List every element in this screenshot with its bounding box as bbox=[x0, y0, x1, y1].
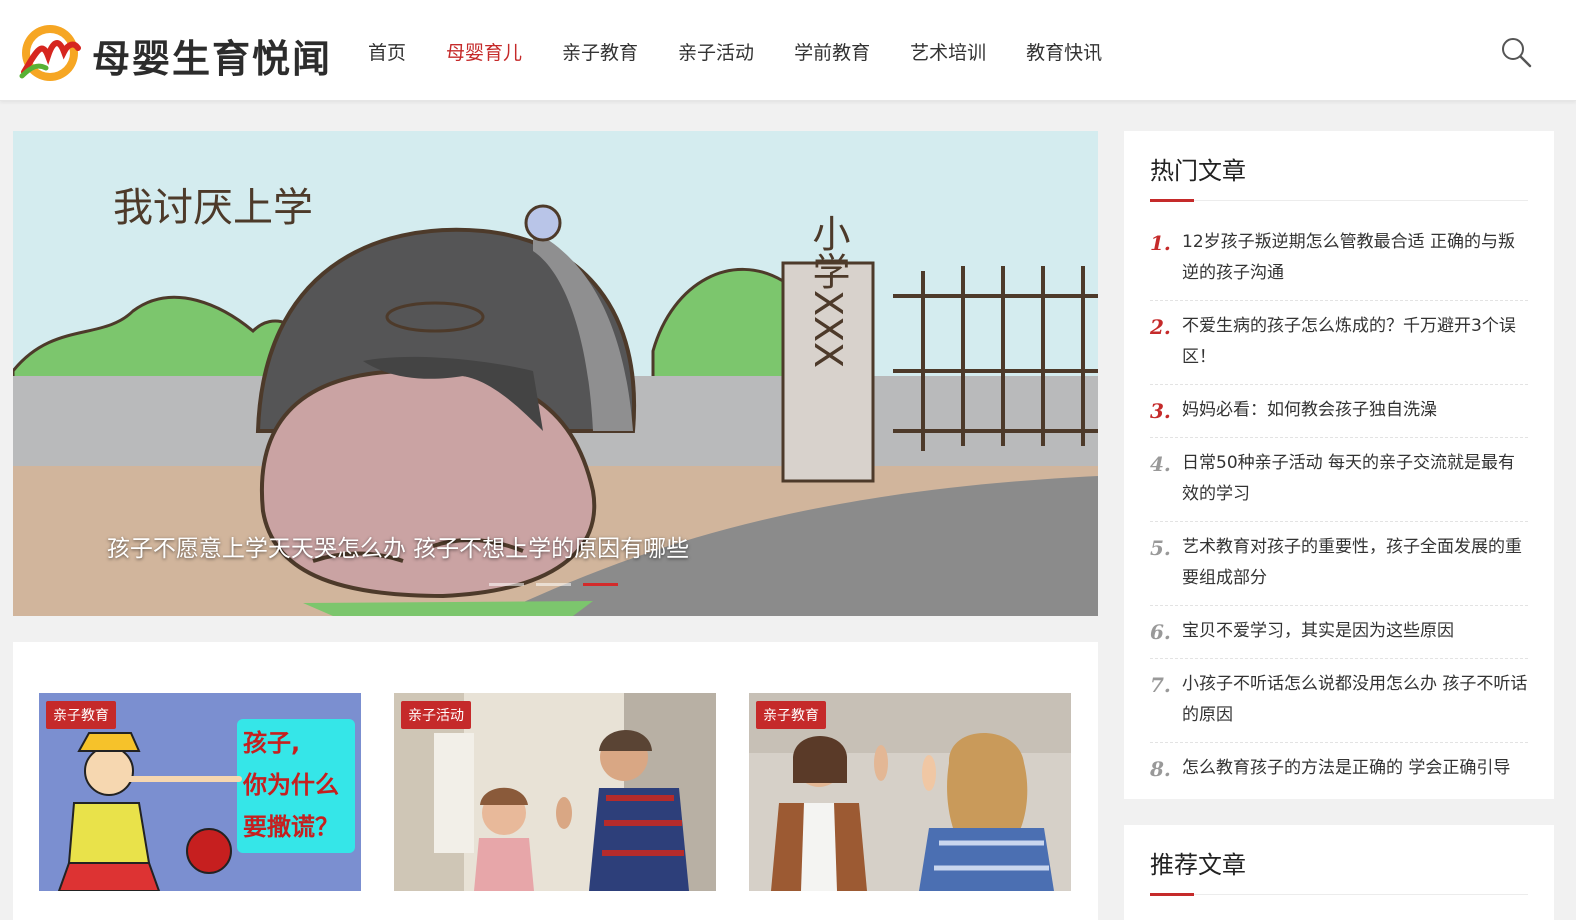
hot-article-item[interactable]: 4. 日常50种亲子活动 每天的亲子交流就是最有效的学习 bbox=[1150, 438, 1528, 522]
post-card[interactable]: 亲子教育 bbox=[749, 693, 1071, 891]
thumbnail-text-line-2: 你为什么 bbox=[242, 771, 339, 799]
article-link[interactable]: 不爱生病的孩子怎么炼成的？千万避开3个误区！ bbox=[1182, 311, 1528, 373]
hot-articles-list: 1. 12岁孩子叛逆期怎么管教最合适 正确的与叛逆的孩子沟通 2. 不爱生病的孩… bbox=[1150, 217, 1528, 795]
slider-dot-3[interactable] bbox=[583, 583, 618, 586]
hot-article-item[interactable]: 8. 怎么教育孩子的方法是正确的 学会正确引导 bbox=[1150, 743, 1528, 795]
post-card[interactable]: 孩子, 你为什么 要撒谎？ 亲子教育 bbox=[39, 693, 361, 891]
article-link[interactable]: 宝贝不爱学习，其实是因为这些原因 bbox=[1182, 616, 1454, 647]
rank-number: 6. bbox=[1150, 620, 1171, 644]
hot-article-item[interactable]: 6. 宝贝不爱学习，其实是因为这些原因 bbox=[1150, 606, 1528, 659]
category-tag[interactable]: 亲子教育 bbox=[756, 701, 826, 729]
post-grid: 孩子, 你为什么 要撒谎？ 亲子教育 亲子活动 亲子教育 bbox=[13, 642, 1098, 920]
nav-item-education-news[interactable]: 教育快讯 bbox=[1026, 38, 1102, 65]
hot-article-item[interactable]: 7. 小孩子不听话怎么说都没用怎么办 孩子不听话的原因 bbox=[1150, 659, 1528, 743]
nav-item-preschool[interactable]: 学前教育 bbox=[794, 38, 870, 65]
hot-article-item[interactable]: 3. 妈妈必看：如何教会孩子独自洗澡 bbox=[1150, 385, 1528, 438]
rank-number: 3. bbox=[1150, 399, 1171, 423]
slider-dots bbox=[489, 583, 618, 586]
article-link[interactable]: 12岁孩子叛逆期怎么管教最合适 正确的与叛逆的孩子沟通 bbox=[1182, 227, 1528, 289]
nav-item-art-training[interactable]: 艺术培训 bbox=[910, 38, 986, 65]
category-tag[interactable]: 亲子教育 bbox=[46, 701, 116, 729]
rank-number: 8. bbox=[1150, 757, 1171, 781]
article-link[interactable]: 小孩子不听话怎么说都没用怎么办 孩子不听话的原因 bbox=[1182, 669, 1528, 731]
rank-number: 7. bbox=[1150, 673, 1171, 697]
hot-article-item[interactable]: 2. 不爱生病的孩子怎么炼成的？千万避开3个误区！ bbox=[1150, 301, 1528, 385]
featured-slider[interactable]: 小学XXX 我讨厌上学 孩子不愿意上学天天哭怎么办 孩子不想上学的原因有哪些 bbox=[13, 131, 1098, 616]
search-icon[interactable] bbox=[1500, 36, 1532, 68]
category-tag[interactable]: 亲子活动 bbox=[401, 701, 471, 729]
hot-article-item[interactable]: 1. 12岁孩子叛逆期怎么管教最合适 正确的与叛逆的孩子沟通 bbox=[1150, 217, 1528, 301]
nav-item-parent-education[interactable]: 亲子教育 bbox=[562, 38, 638, 65]
post-card[interactable]: 亲子活动 bbox=[394, 693, 716, 891]
nav-item-home[interactable]: 首页 bbox=[368, 38, 406, 65]
recommended-title: 推荐文章 bbox=[1150, 825, 1528, 896]
site-logo-icon[interactable] bbox=[18, 22, 82, 84]
rank-number: 5. bbox=[1150, 536, 1171, 560]
slide-sign-text: 小学XXX bbox=[806, 214, 850, 368]
site-header: 母婴生育悦闻 首页 母婴育儿 亲子教育 亲子活动 学前教育 艺术培训 教育快讯 bbox=[0, 0, 1576, 101]
recommended-widget: 推荐文章 bbox=[1124, 825, 1554, 920]
hot-articles-widget: 热门文章 1. 12岁孩子叛逆期怎么管教最合适 正确的与叛逆的孩子沟通 2. 不… bbox=[1124, 131, 1554, 799]
article-link[interactable]: 艺术教育对孩子的重要性，孩子全面发展的重要组成部分 bbox=[1182, 532, 1528, 594]
article-link[interactable]: 怎么教育孩子的方法是正确的 学会正确引导 bbox=[1182, 753, 1510, 784]
rank-number: 1. bbox=[1150, 231, 1171, 255]
hot-articles-title: 热门文章 bbox=[1150, 131, 1528, 202]
hot-article-item[interactable]: 5. 艺术教育对孩子的重要性，孩子全面发展的重要组成部分 bbox=[1150, 522, 1528, 606]
slider-dot-2[interactable] bbox=[536, 583, 571, 586]
main-nav: 首页 母婴育儿 亲子教育 亲子活动 学前教育 艺术培训 教育快讯 bbox=[368, 38, 1142, 65]
slider-dot-1[interactable] bbox=[489, 583, 524, 586]
slide-image-text: 我讨厌上学 bbox=[113, 185, 313, 231]
site-name[interactable]: 母婴生育悦闻 bbox=[92, 28, 332, 83]
nav-item-parent-activities[interactable]: 亲子活动 bbox=[678, 38, 754, 65]
article-link[interactable]: 妈妈必看：如何教会孩子独自洗澡 bbox=[1182, 395, 1437, 426]
rank-number: 4. bbox=[1150, 452, 1171, 476]
thumbnail-text-line-3: 要撒谎？ bbox=[243, 813, 339, 841]
nav-item-baby-care[interactable]: 母婴育儿 bbox=[446, 38, 522, 65]
article-link[interactable]: 日常50种亲子活动 每天的亲子交流就是最有效的学习 bbox=[1182, 448, 1528, 510]
thumbnail-text-line-1: 孩子, bbox=[243, 729, 300, 757]
slide-caption[interactable]: 孩子不愿意上学天天哭怎么办 孩子不想上学的原因有哪些 bbox=[13, 529, 1098, 563]
rank-number: 2. bbox=[1150, 315, 1171, 339]
